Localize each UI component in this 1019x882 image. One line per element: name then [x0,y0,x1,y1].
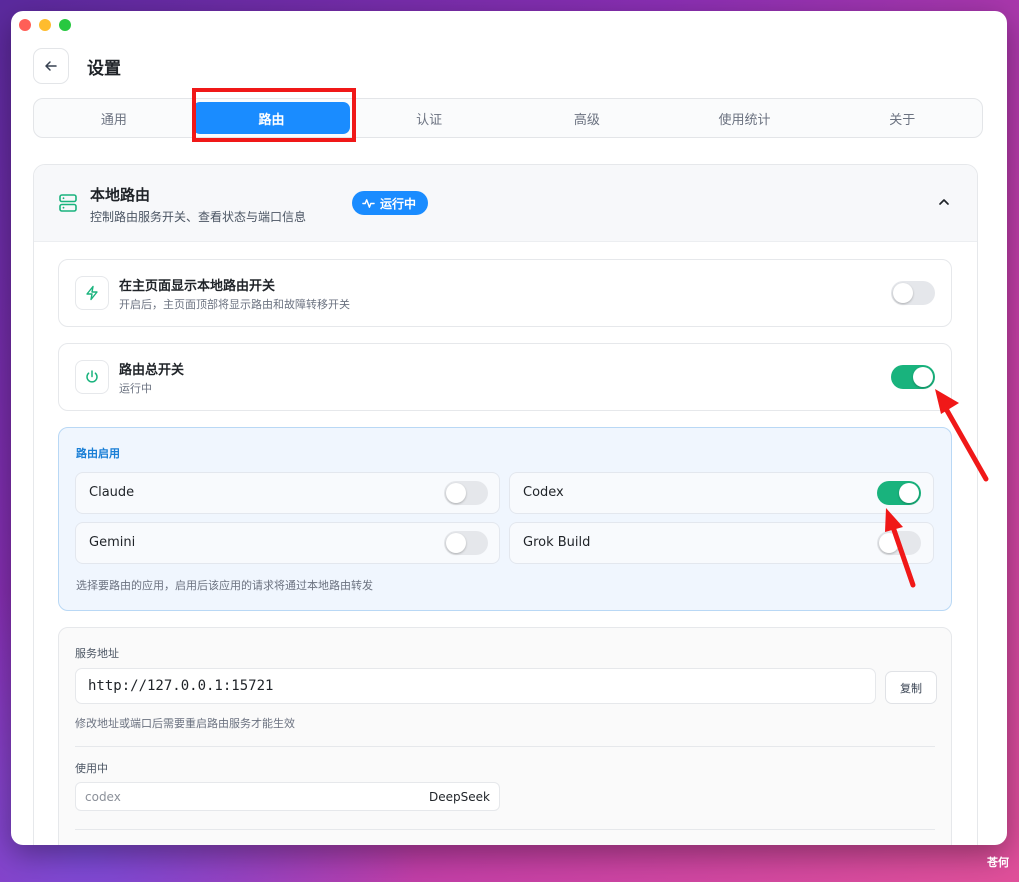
toggle-knob [899,483,919,503]
chevron-up-icon[interactable] [937,195,951,209]
in-use-box: codex DeepSeek [75,782,500,811]
codex-toggle[interactable] [877,481,921,505]
routing-master-row: 路由总开关 运行中 [58,343,952,411]
divider [75,829,935,830]
arrow-left-icon [45,61,57,71]
row-title: 在主页面显示本地路由开关 [119,279,276,294]
server-icon [59,194,77,212]
toggle-knob [446,483,466,503]
section-subtitle: 控制路由服务开关、查看状态与端口信息 [90,210,307,224]
in-use-label: 使用中 [75,762,108,775]
close-window-button[interactable] [19,19,31,31]
in-use-app: codex [85,790,121,804]
app-item-grok-build: Grok Build [509,522,934,564]
apps-hint: 选择要路由的应用，启用后该应用的请求将通过本地路由转发 [76,579,373,592]
zoom-window-button[interactable] [59,19,71,31]
app-name: Claude [89,485,135,500]
app-name: Grok Build [523,535,591,550]
status-badge-label: 运行中 [380,196,417,211]
toggle-knob [446,533,466,553]
show-routing-switch-toggle[interactable] [891,281,935,305]
watermark: 苍何 [987,856,1009,869]
claude-toggle[interactable] [444,481,488,505]
apps-title: 路由启用 [76,447,120,460]
app-item-gemini: Gemini [75,522,500,564]
app-item-claude: Claude [75,472,500,514]
row-subtitle: 运行中 [119,382,152,395]
row-subtitle: 开启后，主页面顶部将显示路由和故障转移开关 [119,298,350,311]
address-label: 服务地址 [75,647,119,660]
toggle-knob [893,283,913,303]
tab-usage-stats[interactable]: 使用统计 [666,102,824,134]
address-input[interactable]: http://127.0.0.1:15721 [75,668,876,704]
tab-advanced[interactable]: 高级 [508,102,666,134]
activity-icon [362,198,375,208]
row-icon-box [75,276,109,310]
show-switch-row: 在主页面显示本地路由开关 开启后，主页面顶部将显示路由和故障转移开关 [58,259,952,327]
app-name: Gemini [89,535,136,550]
row-icon-box [75,360,109,394]
copy-button[interactable]: 复制 [885,671,937,704]
window-controls [19,19,71,31]
routing-apps-panel: 路由启用 Claude Codex Gemini Grok Build 选择要路… [58,427,952,611]
status-badge: 运行中 [352,191,429,215]
tab-about[interactable]: 关于 [823,102,981,134]
page-header: 设置 [33,48,121,84]
annotation-arrow-icon [885,508,916,588]
local-routing-card: 本地路由 控制路由服务开关、查看状态与端口信息 运行中 在主页面显示本地路由开关… [33,164,978,845]
row-title: 路由总开关 [119,363,185,378]
gemini-toggle[interactable] [444,531,488,555]
in-use-provider: DeepSeek [429,790,490,804]
divider [75,746,935,747]
address-hint: 修改地址或端口后需要重启路由服务才能生效 [75,717,295,730]
card-header[interactable]: 本地路由 控制路由服务开关、查看状态与端口信息 运行中 [34,165,977,242]
annotation-arrow-icon [935,389,989,482]
minimize-window-button[interactable] [39,19,51,31]
page-title: 设置 [87,58,121,79]
app-name: Codex [523,485,564,500]
settings-tabs: 通用 路由 认证 高级 使用统计 关于 [33,98,983,138]
annotation-highlight-box [192,88,356,142]
lightning-icon [86,285,98,301]
tab-general[interactable]: 通用 [35,102,193,134]
tab-auth[interactable]: 认证 [350,102,508,134]
back-button[interactable] [33,48,69,84]
power-icon [86,370,98,383]
section-title: 本地路由 [90,186,151,204]
app-window: 设置 通用 路由 认证 高级 使用统计 关于 本地路由 控制路由服务开关、查看状… [11,11,1007,845]
service-panel: 服务地址 http://127.0.0.1:15721 复制 修改地址或端口后需… [58,627,952,845]
app-item-codex: Codex [509,472,934,514]
